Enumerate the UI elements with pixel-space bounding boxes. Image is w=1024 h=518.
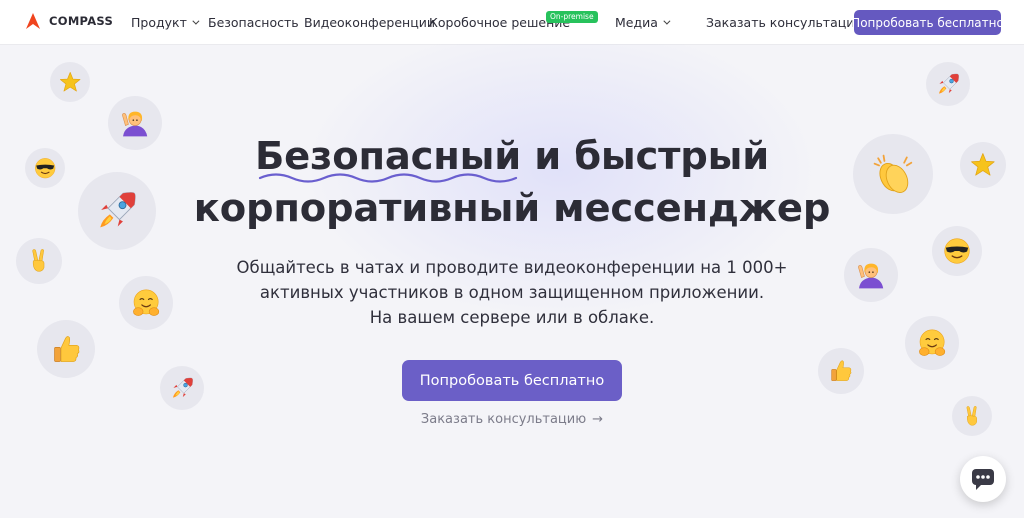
nav-item-product-label: Продукт xyxy=(131,14,187,30)
nav-item-product[interactable]: Продукт xyxy=(131,0,200,44)
hero-try-free-button[interactable]: Попробовать бесплатно xyxy=(402,360,622,401)
sunglasses-face-icon xyxy=(34,157,56,179)
emoji-bubble xyxy=(119,276,173,330)
thumbs-up-icon xyxy=(831,360,852,382)
hugging-face-icon xyxy=(918,329,946,356)
nav-item-security-label: Безопасность xyxy=(208,14,299,30)
emoji-bubble xyxy=(16,238,62,284)
nav-item-media-label: Медиа xyxy=(615,14,658,30)
top-navigation-bar: COMPASS Продукт Безопасность Видеоконфер… xyxy=(0,0,1024,44)
nav-consult-label: Заказать консультацию xyxy=(706,14,865,30)
emoji-bubble xyxy=(50,62,90,102)
emoji-bubble xyxy=(905,316,959,370)
chat-widget-button[interactable] xyxy=(960,456,1006,502)
clapping-hands-icon xyxy=(873,154,913,197)
hero-consult-label: Заказать консультацию xyxy=(420,412,587,427)
hero-subtitle-line2: активных участников в одном защищенном п… xyxy=(259,283,765,302)
logo-text: COMPASS xyxy=(49,14,114,28)
nav-item-video-label: Видеоконференции xyxy=(304,14,435,30)
emoji-bubble xyxy=(160,366,204,410)
raising-hand-icon xyxy=(121,111,148,137)
hugging-face-icon xyxy=(132,289,160,316)
chevron-down-icon xyxy=(192,17,200,25)
nav-consult-link[interactable]: Заказать консультацию xyxy=(706,0,865,44)
rocket-icon xyxy=(938,73,959,94)
rocket-icon xyxy=(99,192,136,229)
arrow-right-icon: → xyxy=(592,412,604,427)
logo[interactable]: COMPASS xyxy=(26,13,113,29)
victory-hand-icon xyxy=(32,249,45,272)
star-icon xyxy=(971,153,995,176)
emoji-bubble xyxy=(926,62,970,106)
header-try-free-label: Попробовать бесплатно xyxy=(851,15,1004,30)
emoji-bubble xyxy=(844,248,898,302)
hero-try-free-label: Попробовать бесплатно xyxy=(419,372,605,389)
chat-bubble-icon xyxy=(972,469,994,490)
emoji-bubble xyxy=(952,396,992,436)
emoji-bubble xyxy=(37,320,95,378)
nav-item-security[interactable]: Безопасность xyxy=(208,0,299,44)
emoji-bubble xyxy=(108,96,162,150)
chevron-down-icon xyxy=(663,17,671,25)
star-icon xyxy=(59,71,81,92)
nav-item-media[interactable]: Медиа xyxy=(615,0,671,44)
hero-title-line1-rest: и быстрый xyxy=(521,134,770,179)
title-squiggle-underline xyxy=(258,173,518,183)
emoji-bubble xyxy=(818,348,864,394)
hero-consult-link[interactable]: Заказать консультацию → xyxy=(421,412,603,427)
thumbs-up-icon xyxy=(53,335,80,362)
hero-subtitle-line1: Общайтесь в чатах и проводите видеоконфе… xyxy=(236,258,788,277)
header-try-free-button[interactable]: Попробовать бесплатно xyxy=(851,10,1004,35)
hero-title-line2: корпоративный мессенджер xyxy=(193,186,831,231)
rocket-icon xyxy=(172,377,193,398)
raising-hand-icon xyxy=(857,263,884,289)
emoji-bubble xyxy=(932,226,982,276)
compass-logo-icon xyxy=(26,13,40,29)
emoji-bubble xyxy=(853,134,933,214)
on-premise-badge: On-premise xyxy=(546,11,598,23)
hero-subtitle-line3: На вашем сервере или в облаке. xyxy=(369,308,655,327)
victory-hand-icon xyxy=(966,405,977,426)
sunglasses-face-icon xyxy=(943,237,971,265)
emoji-bubble xyxy=(78,172,156,250)
emoji-bubble xyxy=(960,142,1006,188)
nav-item-video-conferences[interactable]: Видеоконференции xyxy=(304,0,435,44)
emoji-bubble xyxy=(25,148,65,188)
